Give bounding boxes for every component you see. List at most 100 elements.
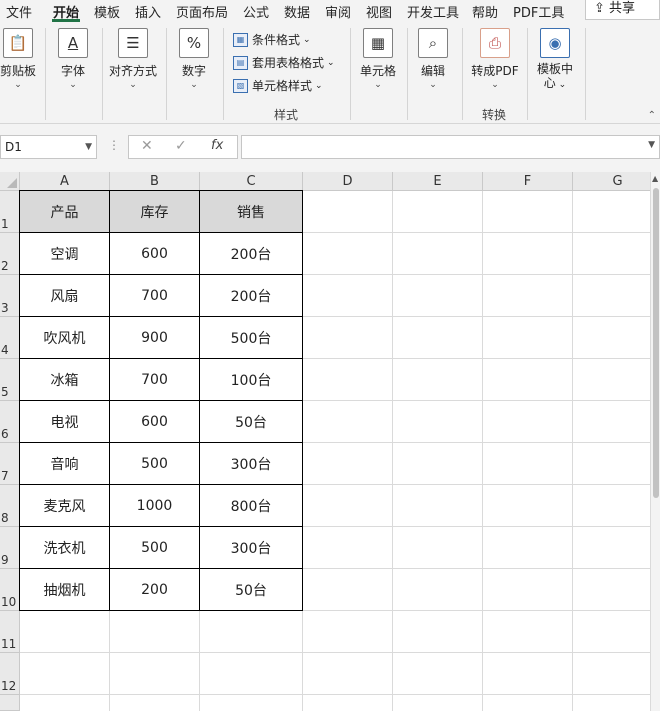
table-cell[interactable]: 200 — [110, 569, 200, 611]
scroll-thumb[interactable] — [653, 188, 659, 498]
alignment-button[interactable]: ☰ 对齐方式 ⌄ — [105, 28, 161, 90]
template-center-button[interactable]: ◉ 模板中 心 ⌄ — [527, 28, 583, 92]
table-cell[interactable]: 500 — [110, 443, 200, 485]
table-cell[interactable]: 冰箱 — [20, 359, 110, 401]
column-header-f[interactable]: F — [483, 172, 573, 191]
collapse-ribbon-icon[interactable]: ⌃ — [648, 110, 656, 121]
number-format-button[interactable]: % 数字 ⌄ — [166, 28, 222, 90]
confirm-icon[interactable]: ✓ — [175, 138, 187, 154]
editing-button[interactable]: ⌕ 编辑 ⌄ — [405, 28, 461, 90]
header-cell-stock[interactable]: 库存 — [110, 191, 200, 233]
column-header-b[interactable]: B — [110, 172, 200, 191]
menu-developer[interactable]: 开发工具 — [407, 2, 459, 21]
clipboard-button[interactable]: 📋 剪贴板 ⌄ — [0, 28, 46, 90]
table-cell[interactable]: 1000 — [110, 485, 200, 527]
row-header-13[interactable] — [0, 695, 20, 711]
table-cell[interactable]: 风扇 — [20, 275, 110, 317]
row-header-7[interactable]: 7 — [0, 443, 20, 485]
worksheet-grid[interactable]: A B C D E F G 1 2 3 4 5 6 7 8 9 10 11 12… — [0, 172, 660, 711]
clipboard-label: 剪贴板 — [0, 64, 36, 78]
table-cell[interactable]: 500台 — [200, 317, 303, 359]
row-header-2[interactable]: 2 — [0, 233, 20, 275]
menu-page-layout[interactable]: 页面布局 — [176, 2, 228, 21]
vertical-scrollbar[interactable]: ▲ — [650, 172, 660, 711]
row-header-8[interactable]: 8 — [0, 485, 20, 527]
cells-label: 单元格 — [359, 64, 396, 78]
menu-review[interactable]: 审阅 — [325, 2, 351, 21]
row-header-12[interactable]: 12 — [0, 653, 20, 695]
header-cell-sales[interactable]: 销售 — [200, 191, 303, 233]
table-cell[interactable]: 300台 — [200, 527, 303, 569]
cell-styles-button[interactable]: ▧ 单元格样式 ⌄ — [233, 77, 323, 94]
pdf-icon: ⎙ — [480, 28, 510, 58]
table-cell[interactable]: 700 — [110, 359, 200, 401]
menu-formulas[interactable]: 公式 — [243, 2, 269, 21]
row-header-9[interactable]: 9 — [0, 527, 20, 569]
table-cell[interactable]: 麦克风 — [20, 485, 110, 527]
chevron-down-icon: ⌄ — [429, 80, 437, 90]
gridline — [392, 191, 393, 711]
menu-file[interactable]: 文件 — [6, 2, 32, 21]
column-header-e[interactable]: E — [393, 172, 483, 191]
ribbon: 📋 剪贴板 ⌄ A 字体 ⌄ ☰ 对齐方式 ⌄ % 数字 ⌄ ▦ 条件格式 ⌄ … — [0, 22, 660, 124]
table-cell[interactable]: 300台 — [200, 443, 303, 485]
cells-button[interactable]: ▦ 单元格 ⌄ — [350, 28, 406, 90]
function-icon[interactable]: fx — [211, 138, 223, 153]
row-header-4[interactable]: 4 — [0, 317, 20, 359]
table-cell[interactable]: 200台 — [200, 275, 303, 317]
table-cell[interactable]: 600 — [110, 233, 200, 275]
share-label: 共享 — [609, 1, 636, 16]
scroll-up-icon[interactable]: ▲ — [652, 174, 658, 183]
table-cell[interactable]: 100台 — [200, 359, 303, 401]
table-cell[interactable]: 800台 — [200, 485, 303, 527]
template-center-label-line1: 模板中 — [536, 62, 573, 76]
cancel-icon[interactable]: ✕ — [141, 138, 153, 154]
table-cell[interactable]: 50台 — [200, 401, 303, 443]
to-pdf-button[interactable]: ⎙ 转成PDF ⌄ — [466, 28, 524, 90]
table-cell[interactable]: 吹风机 — [20, 317, 110, 359]
column-header-c[interactable]: C — [200, 172, 303, 191]
table-cell[interactable]: 900 — [110, 317, 200, 359]
formula-buttons: ✕ ✓ fx — [128, 135, 238, 159]
row-header-10[interactable]: 10 — [0, 569, 20, 611]
group-divider — [223, 28, 224, 120]
table-cell[interactable]: 洗衣机 — [20, 527, 110, 569]
chevron-down-icon: ⌄ — [190, 80, 198, 90]
row-header-3[interactable]: 3 — [0, 275, 20, 317]
editing-label: 编辑 — [420, 64, 445, 78]
format-as-table-button[interactable]: ▤ 套用表格格式 ⌄ — [233, 54, 335, 71]
menu-templates[interactable]: 模板 — [94, 2, 120, 21]
row-header-11[interactable]: 11 — [0, 611, 20, 653]
column-header-d[interactable]: D — [303, 172, 393, 191]
table-cell[interactable]: 600 — [110, 401, 200, 443]
share-button[interactable]: ⇪ 共享 — [585, 0, 660, 20]
table-cell[interactable]: 500 — [110, 527, 200, 569]
row-header-5[interactable]: 5 — [0, 359, 20, 401]
formula-input[interactable]: ▼ — [241, 135, 660, 159]
font-button[interactable]: A 字体 ⌄ — [45, 28, 101, 90]
table-cell[interactable]: 200台 — [200, 233, 303, 275]
name-box[interactable]: D1 ▼ — [0, 135, 97, 159]
menu-insert[interactable]: 插入 — [135, 2, 161, 21]
row-header-6[interactable]: 6 — [0, 401, 20, 443]
row-header-1[interactable]: 1 — [0, 191, 20, 233]
chevron-down-icon: ⌄ — [69, 80, 77, 90]
menu-data[interactable]: 数据 — [284, 2, 310, 21]
table-cell[interactable]: 700 — [110, 275, 200, 317]
table-cell[interactable]: 空调 — [20, 233, 110, 275]
convert-group-label: 转换 — [482, 108, 507, 122]
header-cell-product[interactable]: 产品 — [20, 191, 110, 233]
menu-pdf-tools[interactable]: PDF工具 — [513, 2, 564, 21]
table-cell[interactable]: 音响 — [20, 443, 110, 485]
column-header-a[interactable]: A — [20, 172, 110, 191]
menu-view[interactable]: 视图 — [366, 2, 392, 21]
menu-help[interactable]: 帮助 — [472, 2, 498, 21]
table-cell[interactable]: 电视 — [20, 401, 110, 443]
table-cell[interactable]: 50台 — [200, 569, 303, 611]
conditional-format-label: 条件格式 — [252, 33, 301, 47]
column-header-g[interactable]: G — [573, 172, 660, 191]
select-all-corner[interactable] — [0, 172, 20, 191]
conditional-format-button[interactable]: ▦ 条件格式 ⌄ — [233, 31, 311, 48]
template-center-icon: ◉ — [540, 28, 570, 58]
table-cell[interactable]: 抽烟机 — [20, 569, 110, 611]
